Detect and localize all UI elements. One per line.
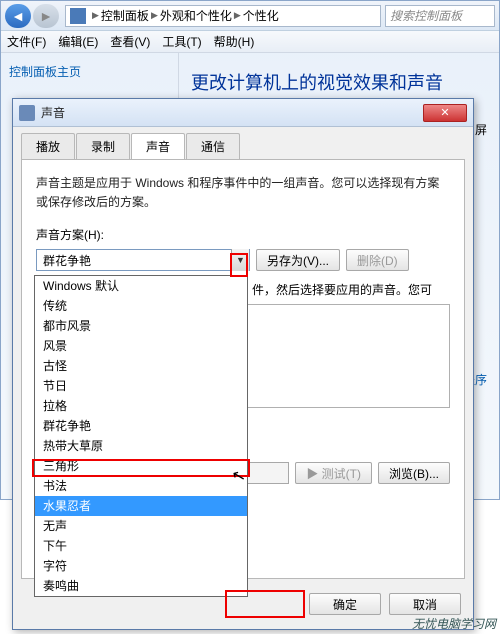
tab-bar: 播放 录制 声音 通信 — [13, 127, 473, 159]
breadcrumb[interactable]: ▶ 控制面板 ▶ 外观和个性化 ▶ 个性化 — [65, 5, 381, 27]
nav-back-button[interactable]: ◄ — [5, 4, 31, 28]
tab-recording[interactable]: 录制 — [76, 133, 130, 159]
page-title: 更改计算机上的视觉效果和声音 — [191, 69, 487, 95]
sidebar-home-link[interactable]: 控制面板主页 — [9, 63, 170, 80]
speaker-icon — [19, 105, 35, 121]
menubar: 文件(F) 编辑(E) 查看(V) 工具(T) 帮助(H) — [1, 31, 499, 53]
scheme-dropdown-list[interactable]: Windows 默认 传统 都市风景 风景 古怪 节日 拉格 群花争艳 热带大草… — [34, 275, 248, 597]
scheme-option[interactable]: 古怪 — [35, 356, 247, 376]
breadcrumb-item[interactable]: 外观和个性化 — [160, 7, 232, 24]
dialog-title: 声音 — [41, 104, 423, 121]
menu-view[interactable]: 查看(V) — [110, 33, 150, 50]
scheme-selected-text: 群花争艳 — [37, 252, 231, 269]
scheme-row: 群花争艳 ▼ 另存为(V)... 删除(D) — [36, 249, 450, 271]
menu-help[interactable]: 帮助(H) — [214, 33, 255, 50]
scheme-option[interactable]: 都市风景 — [35, 316, 247, 336]
menu-file[interactable]: 文件(F) — [7, 33, 46, 50]
scheme-option[interactable]: Windows 默认 — [35, 276, 247, 296]
nav-forward-button[interactable]: ► — [33, 4, 59, 28]
tab-communications[interactable]: 通信 — [186, 133, 240, 159]
scheme-option[interactable]: 节日 — [35, 376, 247, 396]
dialog-titlebar: 声音 ✕ — [13, 99, 473, 127]
scheme-option[interactable]: 无声 — [35, 516, 247, 536]
menu-edit[interactable]: 编辑(E) — [58, 33, 98, 50]
scheme-option[interactable]: 群花争艳 — [35, 416, 247, 436]
chevron-right-icon: ▶ — [234, 10, 241, 21]
scheme-option[interactable]: 传统 — [35, 296, 247, 316]
scheme-label: 声音方案(H): — [36, 226, 450, 243]
scheme-option[interactable]: 风景 — [35, 336, 247, 356]
close-button[interactable]: ✕ — [423, 104, 467, 122]
chevron-right-icon: ▶ — [151, 10, 158, 21]
sounds-description: 声音主题是应用于 Windows 和程序事件中的一组声音。您可以选择现有方案或保… — [36, 174, 450, 212]
scheme-option[interactable]: 热带大草原 — [35, 436, 247, 456]
dropdown-arrow-icon[interactable]: ▼ — [231, 249, 249, 271]
save-as-button[interactable]: 另存为(V)... — [256, 249, 340, 271]
explorer-titlebar: ◄ ► ▶ 控制面板 ▶ 外观和个性化 ▶ 个性化 搜索控制面板 — [1, 1, 499, 31]
scheme-option[interactable]: 下午 — [35, 536, 247, 556]
test-button[interactable]: ▶ 测试(T) — [295, 462, 372, 484]
footer-logo: 无忧电脑学习网 — [412, 615, 496, 632]
browse-button[interactable]: 浏览(B)... — [378, 462, 450, 484]
cancel-button[interactable]: 取消 — [389, 593, 461, 615]
breadcrumb-icon — [70, 8, 86, 24]
scheme-option[interactable]: 书法 — [35, 476, 247, 496]
scheme-option[interactable]: 奏鸣曲 — [35, 576, 247, 596]
scheme-option[interactable]: 字符 — [35, 556, 247, 576]
scheme-option[interactable]: 三角形 — [35, 456, 247, 476]
chevron-right-icon: ▶ — [92, 10, 99, 21]
scheme-option-selected[interactable]: 水果忍者 — [35, 496, 247, 516]
breadcrumb-item[interactable]: 个性化 — [243, 7, 279, 24]
scheme-option[interactable]: 拉格 — [35, 396, 247, 416]
tab-sounds[interactable]: 声音 — [131, 133, 185, 159]
search-input[interactable]: 搜索控制面板 — [385, 5, 495, 27]
breadcrumb-item[interactable]: 控制面板 — [101, 7, 149, 24]
menu-tools[interactable]: 工具(T) — [162, 33, 201, 50]
scheme-combobox[interactable]: 群花争艳 ▼ — [36, 249, 250, 271]
ok-button[interactable]: 确定 — [309, 593, 381, 615]
tab-playback[interactable]: 播放 — [21, 133, 75, 159]
delete-button[interactable]: 删除(D) — [346, 249, 409, 271]
